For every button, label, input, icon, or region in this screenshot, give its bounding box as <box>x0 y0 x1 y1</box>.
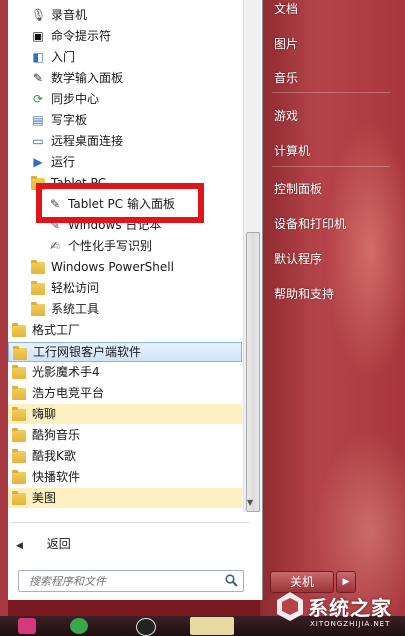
program-item[interactable]: 酷狗音乐 <box>0 425 242 445</box>
explorer-icon[interactable] <box>190 617 234 635</box>
watermark-url: XITONGZHIJIA.NET <box>310 620 391 628</box>
program-item[interactable]: 快播软件 <box>0 467 242 487</box>
folder-icon <box>13 346 27 360</box>
right-menu-item[interactable]: 图片 <box>274 35 298 52</box>
program-item[interactable]: 美图 <box>0 488 242 508</box>
program-item-label: 快播软件 <box>32 470 81 484</box>
program-item-label: 运行 <box>51 155 76 169</box>
program-item-label: 数学输入面板 <box>51 71 124 85</box>
program-item[interactable]: 系统工具 <box>0 299 242 319</box>
program-item-label: 录音机 <box>51 8 88 22</box>
qq-icon[interactable] <box>136 618 156 636</box>
scrollbar-thumb[interactable] <box>246 232 260 512</box>
math-input-icon: ✎ <box>32 71 44 85</box>
scroll-down-arrow-icon[interactable]: ▼ <box>247 498 253 507</box>
start-orb-icon[interactable] <box>18 618 36 634</box>
program-item[interactable]: ✍ 个性化手写识别 <box>0 236 242 256</box>
right-menu-item[interactable]: 音乐 <box>274 69 298 86</box>
search-icon[interactable] <box>225 574 238 587</box>
program-item[interactable]: ✎ 数学输入面板 <box>0 68 242 88</box>
folder-icon <box>12 428 26 442</box>
program-item-label: 嗨聊 <box>32 407 57 421</box>
program-item[interactable]: 光影魔术手4 <box>0 362 242 382</box>
program-item[interactable]: 🎙 录音机 <box>0 5 242 25</box>
folder-icon <box>12 323 26 337</box>
left-edge-strip <box>0 0 8 636</box>
getting-started-icon: ◧ <box>32 50 44 64</box>
programs-pane: 🎙 录音机 ▣ 命令提示符 ◧ 入门 ✎ 数学输入面板 ⟳ 同步中心 ▤ 写字板 ▭ 远程桌面连接 ▶ 运行 T… <box>0 0 263 600</box>
program-item-label: 格式工厂 <box>32 323 81 337</box>
program-item[interactable]: 工行网银客户端软件 <box>8 342 242 362</box>
program-item[interactable]: ▣ 命令提示符 <box>0 26 242 46</box>
run-icon: ▶ <box>33 155 43 169</box>
right-menu-item[interactable]: 控制面板 <box>274 180 322 197</box>
program-item[interactable]: 嗨聊 <box>0 404 242 424</box>
program-item-label: 酷狗音乐 <box>32 428 81 442</box>
folder-icon <box>12 386 26 400</box>
right-menu-item[interactable]: 文档 <box>274 0 298 17</box>
program-item-label: 美图 <box>32 491 57 505</box>
watermark-logo-icon <box>277 592 303 621</box>
program-item[interactable]: 轻松访问 <box>0 278 242 298</box>
program-item-label: 光影魔术手4 <box>32 365 100 379</box>
right-menu-item[interactable]: 默认程序 <box>274 250 322 267</box>
sync-center-icon: ⟳ <box>32 92 44 106</box>
program-item[interactable]: 酷我K歌 <box>0 446 242 466</box>
program-item[interactable]: ▤ 写字板 <box>0 110 242 130</box>
search-input[interactable] <box>27 571 226 591</box>
taskbar-app-icon[interactable] <box>70 618 88 634</box>
wordpad-icon: ▤ <box>32 113 44 127</box>
folder-icon <box>12 491 26 505</box>
program-item-label: 酷我K歌 <box>32 449 76 463</box>
handwriting-icon: ✍ <box>49 239 61 253</box>
program-item-label: 远程桌面连接 <box>51 134 124 148</box>
program-item[interactable]: ⟳ 同步中心 <box>0 89 242 109</box>
microphone-icon: 🎙 <box>31 8 47 22</box>
folder-icon <box>12 365 26 379</box>
folder-icon <box>12 449 26 463</box>
program-item-label: 入门 <box>51 50 76 64</box>
annotation-red-box <box>36 183 204 223</box>
right-menu-item[interactable]: 计算机 <box>274 142 310 159</box>
program-item-label: 写字板 <box>51 113 88 127</box>
right-menu-separator <box>272 166 390 167</box>
folder-icon <box>12 407 26 421</box>
program-item[interactable]: ▭ 远程桌面连接 <box>0 131 242 151</box>
program-item-label: 个性化手写识别 <box>68 239 153 253</box>
program-item-label: 轻松访问 <box>51 281 100 295</box>
back-button[interactable]: ◀ 返回 <box>16 534 71 554</box>
program-item[interactable]: ◧ 入门 <box>0 47 242 67</box>
right-menu-item[interactable]: 帮助和支持 <box>274 285 334 302</box>
folder-icon <box>31 302 45 316</box>
folder-icon <box>31 281 45 295</box>
remote-desktop-icon: ▭ <box>32 134 44 148</box>
program-item-label: 工行网银客户端软件 <box>33 345 142 359</box>
right-menu-item[interactable]: 游戏 <box>274 107 298 124</box>
program-item-label: 命令提示符 <box>51 29 112 43</box>
program-item-label: Windows PowerShell <box>51 260 174 274</box>
program-item-label: 系统工具 <box>51 302 100 316</box>
program-item-label: 浩方电竞平台 <box>32 386 105 400</box>
search-box[interactable] <box>18 570 244 592</box>
program-item-label: 同步中心 <box>51 92 100 106</box>
separator <box>10 522 250 523</box>
right-menu-item[interactable]: 设备和打印机 <box>274 215 346 232</box>
program-item[interactable]: 浩方电竞平台 <box>0 383 242 403</box>
program-item[interactable]: 格式工厂 <box>0 320 242 340</box>
scrollbar[interactable]: ▼ <box>243 0 261 512</box>
right-menu-separator <box>272 92 390 93</box>
back-label: 返回 <box>46 537 71 551</box>
back-arrow-icon: ◀ <box>16 541 23 551</box>
folder-icon <box>12 470 26 484</box>
command-prompt-icon: ▣ <box>32 29 44 43</box>
watermark-name: 系统之家 <box>308 596 392 620</box>
program-item[interactable]: ▶ 运行 <box>0 152 242 172</box>
program-item[interactable]: Windows PowerShell <box>0 257 242 277</box>
watermark: 系统之家 XITONGZHIJIA.NET <box>262 584 402 634</box>
folder-icon <box>31 260 45 274</box>
